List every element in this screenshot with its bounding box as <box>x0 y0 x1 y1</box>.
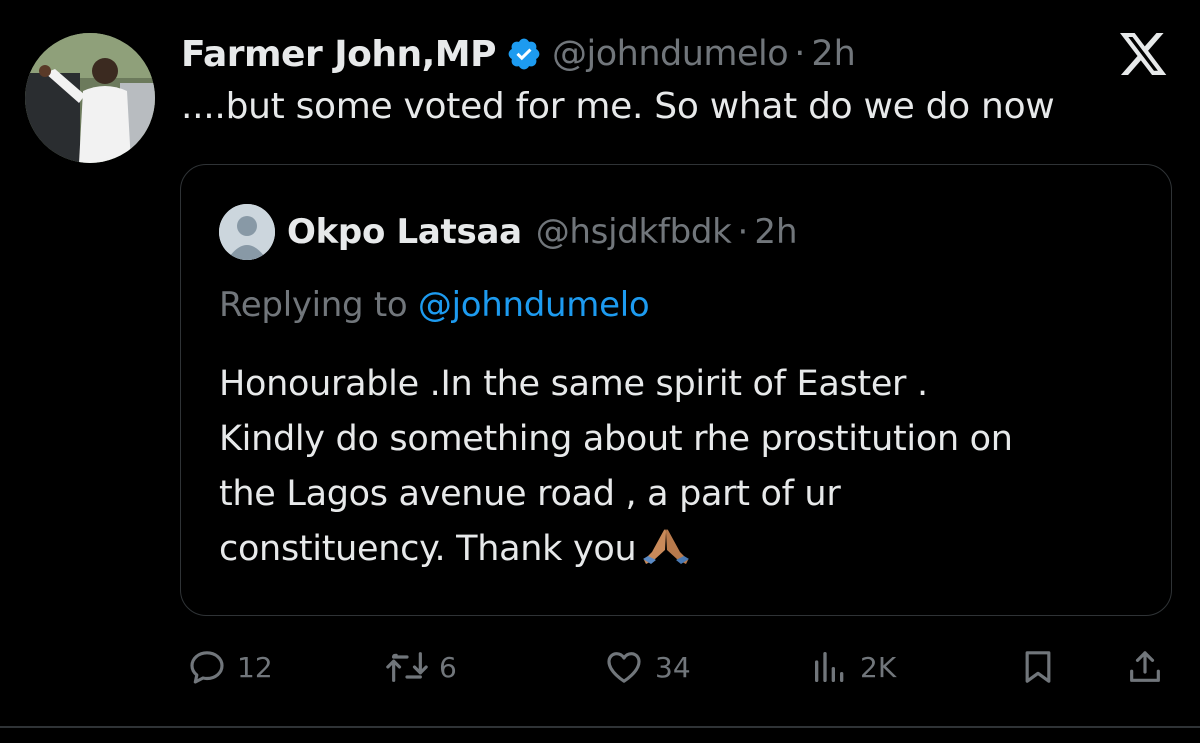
quoted-header-separator: · <box>737 212 749 252</box>
quoted-tweet-card[interactable]: Okpo Latsaa @hsjdkfbdk · 2h Replying to … <box>180 164 1172 616</box>
quoted-tweet-header: Okpo Latsaa @hsjdkfbdk · 2h <box>219 204 798 260</box>
reply-icon <box>187 647 227 687</box>
quoted-body-line: the Lagos avenue road , a part of ur <box>219 474 841 514</box>
tweet-text: ....but some voted for me. So what do we… <box>181 86 1055 127</box>
quoted-tweet-body: Honourable .In the same spirit of Easter… <box>219 357 1159 577</box>
quoted-author-name[interactable]: Okpo Latsaa <box>287 212 522 252</box>
replying-to-line: Replying to @johndumelo <box>219 285 650 325</box>
bookmark-button[interactable] <box>1018 640 1058 694</box>
like-button[interactable]: 34 <box>603 640 691 694</box>
like-icon <box>603 647 645 687</box>
bookmark-icon <box>1018 647 1058 687</box>
tweet-time[interactable]: 2h <box>811 34 855 74</box>
repost-icon <box>385 647 429 687</box>
author-avatar[interactable] <box>25 33 155 163</box>
views-icon <box>810 647 850 687</box>
avatar-photo <box>25 33 155 163</box>
quoted-author-avatar[interactable] <box>219 204 275 260</box>
quoted-body-line: Kindly do something about rhe prostituti… <box>219 419 1013 459</box>
reply-count: 12 <box>237 650 273 684</box>
views-count: 2K <box>860 650 897 684</box>
tweet-action-bar: 12 6 34 2K <box>0 640 1200 694</box>
divider <box>0 726 1200 728</box>
tweet-header: Farmer John,MP @johndumelo · 2h <box>181 28 856 80</box>
quoted-tweet-time[interactable]: 2h <box>754 212 797 252</box>
default-avatar-icon <box>219 204 275 260</box>
quoted-body-line: Honourable .In the same spirit of Easter… <box>219 364 928 404</box>
share-button[interactable] <box>1125 640 1165 694</box>
repost-count: 6 <box>439 650 457 684</box>
reply-button[interactable]: 12 <box>187 640 273 694</box>
repost-button[interactable]: 6 <box>385 640 457 694</box>
quoted-body-last-line: constituency. Thank you <box>219 522 1159 577</box>
share-icon <box>1125 647 1165 687</box>
replying-prefix: Replying to <box>219 285 408 325</box>
verified-badge-icon <box>506 36 542 72</box>
author-name[interactable]: Farmer John,MP <box>181 34 497 75</box>
header-separator: · <box>794 34 806 74</box>
author-handle[interactable]: @johndumelo <box>552 34 789 74</box>
x-logo-icon[interactable] <box>1118 33 1170 77</box>
quoted-author-handle[interactable]: @hsjdkfbdk <box>536 212 732 252</box>
quoted-body-line: constituency. Thank you <box>219 529 637 569</box>
replying-mention-link[interactable]: @johndumelo <box>418 285 650 325</box>
like-count: 34 <box>655 650 691 684</box>
folded-hands-emoji-icon <box>642 526 690 566</box>
views-button[interactable]: 2K <box>810 640 896 694</box>
